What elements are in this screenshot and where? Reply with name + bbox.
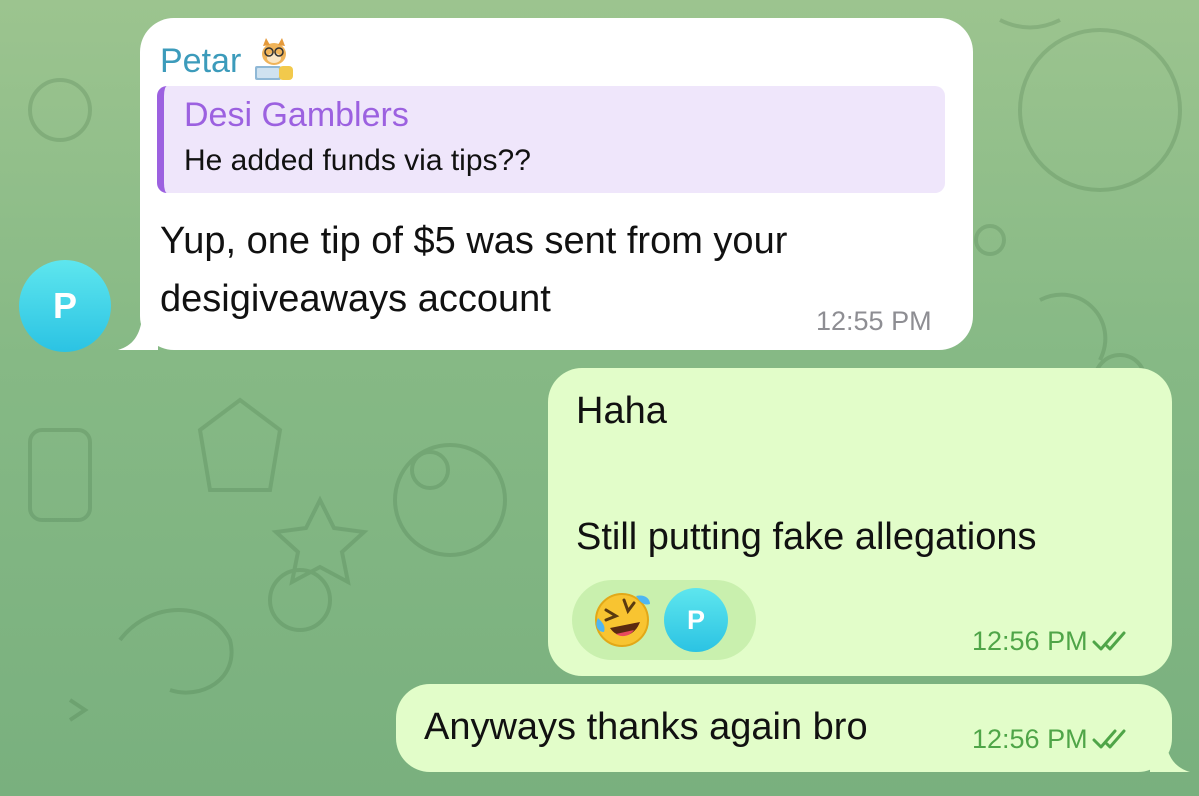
message-text-line-2: desigiveaways account	[160, 278, 551, 320]
reaction-user-avatar[interactable]: P	[664, 588, 728, 652]
double-check-icon	[1092, 631, 1126, 651]
message-time: 12:56 PM	[972, 724, 1088, 754]
incoming-message-bubble[interactable]: Petar Desi Gamblers He added funds via t…	[140, 18, 973, 350]
outgoing-message-bubble[interactable]: Anyways thanks again bro 12:56 PM	[396, 684, 1172, 772]
message-time: 12:56 PM	[972, 626, 1088, 656]
message-time-with-status: 12:56 PM	[972, 626, 1132, 657]
avatar-letter: P	[52, 285, 77, 326]
reaction-avatar-letter: P	[686, 604, 705, 635]
rolling-laughing-emoji-icon	[595, 593, 650, 647]
message-text-line-1: Yup, one tip of $5 was sent from your	[160, 220, 788, 262]
reaction-pill[interactable]: P	[572, 580, 756, 660]
outgoing-message-bubble[interactable]: Haha Still putting fake allegations P 12…	[548, 368, 1172, 676]
message-text-line-1: Haha	[576, 390, 667, 432]
reply-title: Desi Gamblers	[184, 96, 409, 134]
message-text-line-2: Still putting fake allegations	[576, 516, 1037, 558]
sender-row: Petar	[160, 38, 297, 84]
reply-quote[interactable]: Desi Gamblers He added funds via tips??	[157, 86, 945, 193]
message-time-with-status: 12:56 PM	[972, 724, 1132, 755]
message-text: Anyways thanks again bro	[424, 706, 868, 748]
message-time: 12:55 PM	[816, 306, 932, 336]
sender-name[interactable]: Petar	[160, 42, 241, 81]
reply-text: He added funds via tips??	[184, 144, 531, 177]
sender-avatar[interactable]: P	[19, 260, 111, 352]
dog-laptop-icon	[255, 38, 294, 80]
double-check-icon	[1092, 729, 1126, 749]
